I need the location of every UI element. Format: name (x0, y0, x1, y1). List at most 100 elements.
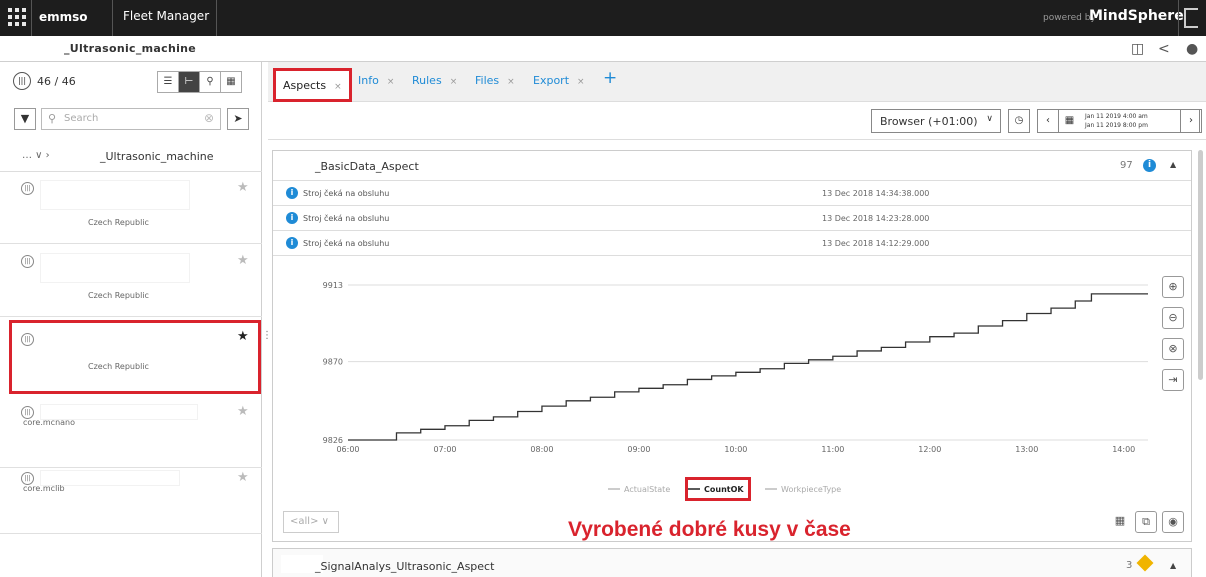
aspect-title: _BasicData_Aspect (315, 160, 419, 173)
series-select[interactable]: <all> ∨ (283, 511, 339, 533)
search-input[interactable]: ⚲ Search ⊗ (41, 108, 221, 130)
close-icon: × (507, 77, 515, 87)
asset-icon: ||| (21, 333, 34, 346)
asset-count: 46 / 46 (37, 75, 76, 88)
previous-range-button[interactable]: ‹ (1037, 109, 1059, 133)
top-bar: emmso Fleet Manager powered by MindSpher… (0, 0, 1206, 36)
tenant-name: emmso (39, 10, 88, 24)
pin-icon[interactable]: ➤ (227, 108, 249, 130)
x-tick-label: 07:00 (433, 445, 456, 454)
x-tick-label: 08:00 (530, 445, 553, 454)
redacted-area (40, 180, 190, 210)
legend-item: ActualState (624, 485, 670, 494)
map-view-icon[interactable]: ▦ (220, 71, 242, 93)
series-line-CountOK (348, 293, 1148, 441)
event-count: 3 (1126, 560, 1133, 571)
asset-icon: ||| (21, 255, 34, 268)
add-tab-button[interactable]: + (603, 68, 617, 88)
breadcrumb-parent[interactable]: … ∨ › (22, 150, 50, 161)
app-launcher-icon[interactable] (8, 8, 26, 26)
asset-item[interactable]: ||| ★ core.mclib (0, 462, 262, 534)
info-icon: i (1143, 159, 1156, 172)
x-tick-label: 09:00 (627, 445, 650, 454)
next-range-button[interactable]: › (1180, 109, 1202, 133)
calendar-icon[interactable]: ▦ (1058, 109, 1080, 133)
x-tick-label: 06:00 (336, 445, 359, 454)
asset-icon: ||| (21, 182, 34, 195)
aspect-title: _SignalAnalys_Ultrasonic_Aspect (315, 560, 495, 573)
pane-resizer[interactable]: ⋮ (262, 330, 272, 350)
eye-icon[interactable]: ◉ (1162, 511, 1184, 533)
export-chart-icon[interactable]: ⇥ (1162, 369, 1184, 391)
asset-item[interactable]: ||| ★ Czech Republic (0, 245, 262, 317)
zoom-out-icon[interactable]: ⊖ (1162, 307, 1184, 329)
list-view-icon[interactable]: ☰ (157, 71, 179, 93)
asset-navigator: ||| 46 / 46 ☰ ⊢ ⚲ ▦ ▼ ⚲ Search ⊗ ➤ … ∨ ›… (0, 62, 262, 577)
breadcrumb-current: _Ultrasonic_machine (100, 150, 214, 163)
x-tick-label: 12:00 (918, 445, 941, 454)
warning-icon (1136, 554, 1154, 572)
asset-header: _Ultrasonic_machine ◫ < ● (0, 36, 1206, 62)
logout-icon[interactable] (1184, 8, 1198, 28)
event-row[interactable]: i Stroj čeká na obsluhu 13 Dec 2018 14:2… (273, 207, 1191, 231)
map-pin-view-icon[interactable]: ⚲ (199, 71, 221, 93)
favorite-star-icon[interactable]: ★ (237, 329, 249, 344)
tree-view-icon[interactable]: ⊢ (178, 71, 200, 93)
aspect-panel-2[interactable]: _SignalAnalys_Ultrasonic_Aspect 3 ▲ (272, 548, 1192, 577)
event-count: 97 (1120, 160, 1133, 171)
search-icon: ⚲ (48, 112, 57, 125)
favorite-star-icon[interactable]: ★ (237, 180, 249, 195)
timezone-select[interactable]: Browser (+01:00) ∨ (871, 109, 1001, 133)
redacted-area (40, 253, 190, 283)
aspect-header[interactable]: _BasicData_Aspect 97 i ▲ (273, 151, 1191, 181)
favorite-star-icon[interactable]: ★ (237, 404, 249, 419)
breadcrumb[interactable]: … ∨ › _Ultrasonic_machine (0, 142, 262, 172)
clock-icon[interactable]: ◷ (1008, 109, 1030, 133)
share-icon[interactable]: < (1158, 41, 1170, 57)
aspect-panel: _BasicData_Aspect 97 i ▲ i Stroj čeká na… (272, 150, 1192, 542)
redacted-area (14, 39, 64, 57)
y-tick-label: 9913 (323, 281, 343, 290)
x-tick-label: 13:00 (1015, 445, 1038, 454)
close-icon: × (577, 77, 585, 87)
reset-zoom-icon[interactable]: ⊗ (1162, 338, 1184, 360)
scrollbar[interactable] (1198, 150, 1203, 380)
legend-item: WorkpieceType (781, 485, 841, 494)
close-icon: × (334, 82, 342, 92)
asset-count-icon: ||| (13, 72, 31, 90)
legend-highlight (685, 477, 751, 501)
asset-item-selected[interactable]: ||| ★ Czech Republic (9, 320, 261, 394)
tab-rules[interactable]: Rules × (412, 74, 457, 87)
line-chart: 9826 9870 9913 06:00 07:00 08:00 09:00 10:00 11:… (323, 281, 1148, 494)
close-icon: × (386, 77, 395, 87)
tab-aspects[interactable]: Aspects × (273, 68, 352, 102)
user-icon[interactable]: ● (1186, 41, 1198, 57)
favorite-star-icon[interactable]: ★ (237, 470, 249, 485)
info-icon: i (286, 187, 298, 199)
copy-icon[interactable]: ⧉ (1135, 511, 1157, 533)
tab-info[interactable]: Info × (358, 74, 394, 87)
zoom-in-icon[interactable]: ⊕ (1162, 276, 1184, 298)
tab-files[interactable]: Files × (475, 74, 515, 87)
event-row[interactable]: i Stroj čeká na obsluhu 13 Dec 2018 14:3… (273, 182, 1191, 206)
annotation-text: Vyrobené dobré kusy v čase (568, 518, 851, 541)
collapse-icon[interactable]: ▲ (1170, 561, 1176, 570)
y-tick-label: 9826 (323, 436, 343, 445)
split-view-icon[interactable]: ◫ (1131, 41, 1144, 57)
filter-icon[interactable]: ▼ (14, 108, 36, 130)
x-tick-label: 14:00 (1112, 445, 1135, 454)
tab-export[interactable]: Export × (533, 74, 585, 87)
asset-item[interactable]: ||| ★ core.mcnano (0, 396, 262, 468)
chevron-down-icon: ∨ (986, 114, 993, 124)
collapse-icon[interactable]: ▲ (1170, 160, 1176, 169)
powered-by: powered by (1043, 13, 1096, 23)
favorite-star-icon[interactable]: ★ (237, 253, 249, 268)
clear-search-icon[interactable]: ⊗ (204, 111, 214, 125)
mindsphere-logo: MindSphere (1089, 8, 1184, 24)
tab-bar: Aspects × Info × Rules × Files × Export × + (268, 62, 1206, 102)
info-icon: i (286, 212, 298, 224)
asset-item[interactable]: ||| ★ Czech Republic (0, 172, 262, 244)
asset-title: _Ultrasonic_machine (64, 42, 197, 55)
table-view-icon[interactable]: ▦ (1109, 511, 1131, 533)
event-row[interactable]: i Stroj čeká na obsluhu 13 Dec 2018 14:1… (273, 232, 1191, 256)
